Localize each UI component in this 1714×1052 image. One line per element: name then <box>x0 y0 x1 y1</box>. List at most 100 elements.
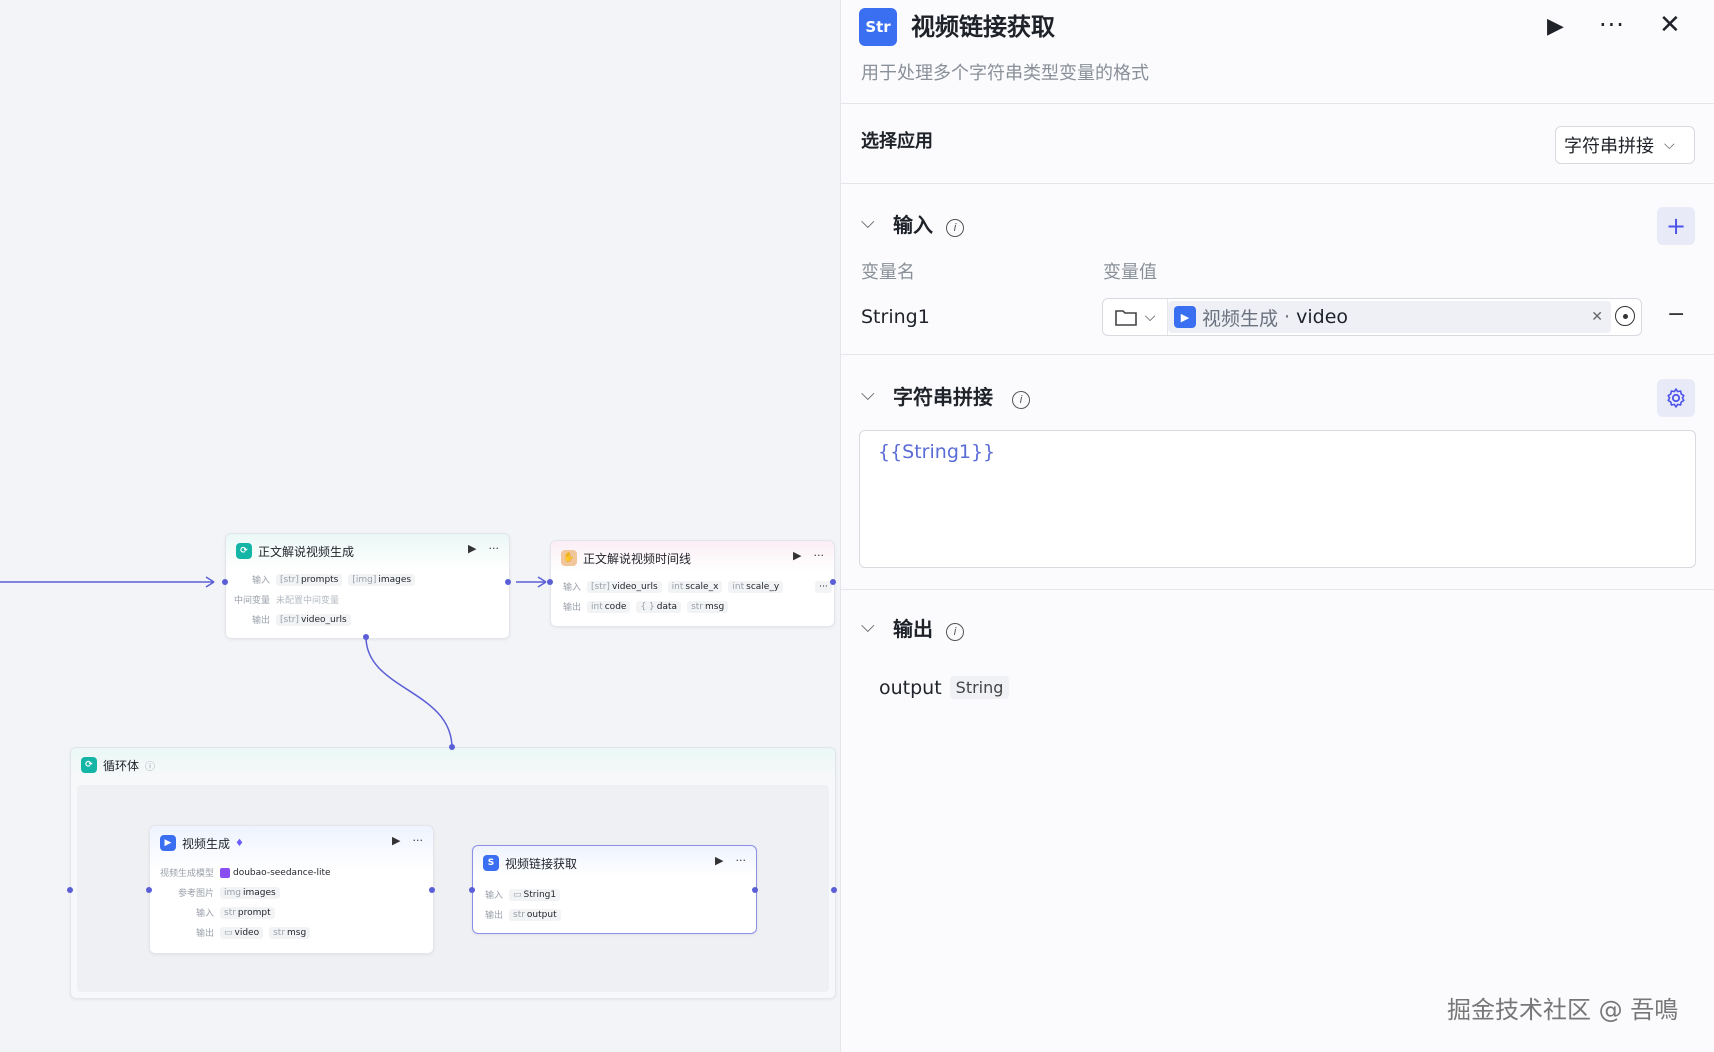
param-tag: str msg <box>687 600 729 613</box>
node-input-row: 输入 ▭ String1 <box>481 888 566 901</box>
more-icon[interactable]: ··· <box>1599 8 1625 42</box>
param-tag: int scale_y <box>728 580 784 593</box>
node-config-panel: Str 视频链接获取 ▶ ··· ✕ 用于处理多个字符串类型变量的格式 选择应用… <box>840 0 1714 1052</box>
port-in[interactable] <box>146 887 152 893</box>
concat-section-title: 字符串拼接 <box>893 385 993 409</box>
variable-value-field[interactable]: ⌵ ▶ 视频生成 · video ✕ <box>1102 298 1642 336</box>
node-video-generation[interactable]: ▶ 视频生成 ♦ ▶ ··· 视频生成模型 doubao-seedance-lit… <box>149 825 434 954</box>
workflow-canvas[interactable]: ⟳ 正文解说视频生成 ▶ ··· 输入 [str] prompts [img] ima… <box>0 0 840 1052</box>
model-logo-icon <box>220 867 230 878</box>
param-tag: int code <box>587 600 631 613</box>
video-icon: ▶ <box>1174 306 1196 328</box>
string-icon: S <box>483 855 499 871</box>
param-tag: ▭ String1 <box>509 888 561 901</box>
param-tag: ▭ video <box>220 926 264 939</box>
info-icon[interactable]: i <box>946 218 964 237</box>
more-icon[interactable]: ··· <box>413 834 424 847</box>
port-out[interactable] <box>429 887 435 893</box>
more-icon[interactable]: ··· <box>736 854 747 867</box>
collapse-output-icon[interactable]: ⌵ <box>861 616 875 637</box>
info-icon[interactable]: ⓘ <box>145 758 155 773</box>
output-name: output <box>879 676 942 699</box>
variable-picker-icon[interactable] <box>1615 306 1635 326</box>
chevron-down-icon: ⌵ <box>1144 309 1156 325</box>
node-title: 正文解说视频时间线 <box>583 551 692 566</box>
param-tag: str msg <box>269 926 311 939</box>
param-tag: [str] video_urls <box>276 613 351 626</box>
panel-description: 用于处理多个字符串类型变量的格式 <box>861 63 1149 84</box>
run-icon[interactable]: ▶ <box>468 542 476 555</box>
loop-icon: ⟳ <box>81 757 97 773</box>
param-tag: [str] prompts <box>276 573 343 586</box>
port-out[interactable] <box>830 579 836 585</box>
port-top[interactable] <box>449 744 455 750</box>
run-icon[interactable]: ▶ <box>392 834 400 847</box>
node-main-video-generation[interactable]: ⟳ 正文解说视频生成 ▶ ··· 输入 [str] prompts [img] ima… <box>225 533 510 639</box>
node-output-row: 输出 [str] video_urls <box>234 613 357 626</box>
loop-title: 循环体 <box>103 758 140 773</box>
port-in[interactable] <box>222 579 228 585</box>
clear-icon[interactable]: ✕ <box>1591 309 1603 325</box>
node-ref-row: 参考图片 img images <box>158 886 286 899</box>
panel-title[interactable]: 视频链接获取 <box>911 10 1055 44</box>
remove-variable-button[interactable]: − <box>1667 302 1685 327</box>
param-tag: [img] images <box>348 573 416 586</box>
chevron-down-icon: ⌵ <box>1664 137 1675 153</box>
port-in[interactable] <box>67 887 73 893</box>
run-icon[interactable]: ▶ <box>793 549 801 562</box>
variable-reference-chip[interactable]: ▶ 视频生成 · video ✕ <box>1168 301 1611 333</box>
node-output-row: 输出 str output <box>481 908 567 921</box>
add-variable-button[interactable]: + <box>1657 207 1695 245</box>
port-in[interactable] <box>547 579 553 585</box>
node-output-row: 输出 int code { } data str msg <box>559 600 734 613</box>
param-tag: img images <box>220 886 280 899</box>
node-video-timeline[interactable]: ✋ 正文解说视频时间线 ▶ ··· 输入 [str] video_urls int s… <box>550 540 835 627</box>
col-variable-name: 变量名 <box>861 262 915 283</box>
concat-settings-button[interactable] <box>1657 379 1695 417</box>
output-variable: output String <box>879 676 1010 699</box>
node-video-link-fetch[interactable]: S 视频链接获取 ▶ ··· 输入 ▭ String1 输出 str output <box>472 845 757 934</box>
param-tag: int scale_x <box>667 580 723 593</box>
select-app-value: 字符串拼接 <box>1564 136 1654 157</box>
node-title: 视频链接获取 <box>505 856 578 871</box>
node-output-row: 输出 ▭ video str msg <box>158 926 316 939</box>
watermark: 掘金技术社区 @ 吾鳴 <box>1447 996 1679 1024</box>
output-type-badge: String <box>949 676 1010 699</box>
gear-icon <box>1667 388 1685 408</box>
select-app-dropdown[interactable]: 字符串拼接 ⌵ <box>1555 126 1695 164</box>
input-section-title: 输入 <box>893 213 933 237</box>
folder-icon <box>1114 310 1137 326</box>
diamond-icon: ♦ <box>235 837 244 849</box>
param-tag: { } data <box>636 600 682 613</box>
collapse-concat-icon[interactable]: ⌵ <box>861 384 875 405</box>
more-icon[interactable]: ··· <box>814 549 825 562</box>
param-tag: str prompt <box>220 906 275 919</box>
value-type-selector[interactable]: ⌵ <box>1103 299 1168 335</box>
run-icon[interactable]: ▶ <box>1547 10 1564 44</box>
port-out[interactable] <box>505 579 511 585</box>
variable-name-field[interactable]: String1 <box>861 303 930 331</box>
collapse-input-icon[interactable]: ⌵ <box>861 212 875 233</box>
loop-icon: ⟳ <box>236 543 252 559</box>
run-icon[interactable]: ▶ <box>715 854 723 867</box>
port-out[interactable] <box>831 887 837 893</box>
port-in[interactable] <box>469 887 475 893</box>
col-variable-value: 变量值 <box>1103 262 1157 283</box>
ref-separator: · <box>1278 306 1297 328</box>
handshake-icon: ✋ <box>561 550 577 566</box>
port-bottom[interactable] <box>363 634 369 640</box>
ref-node-name: 视频生成 <box>1202 307 1279 330</box>
output-section-title: 输出 <box>893 617 933 641</box>
info-icon[interactable]: i <box>946 622 964 641</box>
concat-template-editor[interactable]: {{String1}} <box>859 430 1696 568</box>
port-out[interactable] <box>752 887 758 893</box>
node-title: 正文解说视频生成 <box>258 544 355 559</box>
edge-main-to-loop <box>365 636 453 749</box>
node-input-row: 输入 [str] video_urls int scale_x int scale_y… <box>559 580 838 593</box>
info-icon[interactable]: i <box>1012 390 1030 409</box>
param-tag: str output <box>509 908 561 921</box>
select-app-label: 选择应用 <box>861 131 933 152</box>
close-icon[interactable]: ✕ <box>1659 8 1681 42</box>
more-icon[interactable]: ··· <box>489 542 500 555</box>
video-icon: ▶ <box>160 835 176 851</box>
